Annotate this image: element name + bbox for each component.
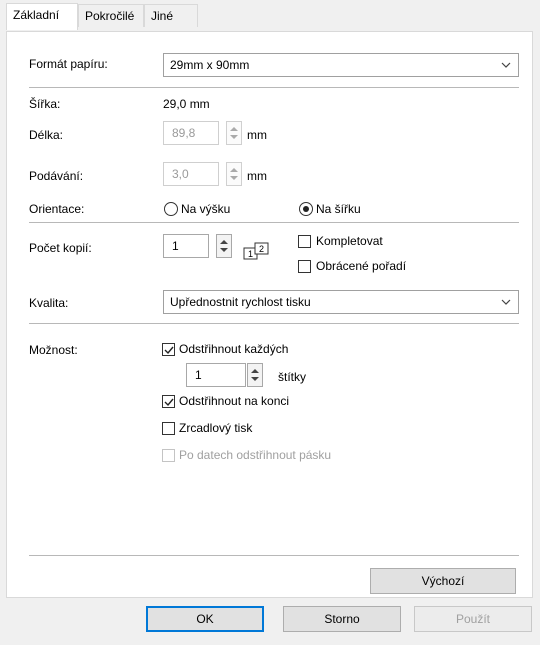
cut-after-data-checkbox[interactable] bbox=[162, 449, 175, 462]
settings-panel: Formát papíru: 29mm x 90mm Šířka: 29,0 m… bbox=[6, 31, 533, 598]
length-spinner[interactable] bbox=[226, 121, 242, 145]
divider bbox=[29, 222, 519, 223]
cut-after-data-label: Po datech odstřihnout pásku bbox=[179, 448, 332, 462]
default-button[interactable]: Výchozí bbox=[370, 568, 516, 594]
divider bbox=[29, 555, 519, 556]
collate-pages-icon: 1 2 bbox=[243, 242, 269, 260]
spin-down-icon bbox=[251, 377, 259, 381]
orientation-label: Orientace: bbox=[29, 202, 85, 216]
cut-every-spinner[interactable] bbox=[247, 363, 263, 387]
chevron-down-icon bbox=[501, 62, 511, 68]
feed-unit: mm bbox=[247, 169, 267, 183]
cut-every-checkbox[interactable] bbox=[162, 343, 175, 356]
cut-every-label[interactable]: Odstřihnout každých bbox=[179, 342, 288, 356]
width-label: Šířka: bbox=[29, 97, 61, 111]
spin-down-icon bbox=[220, 248, 228, 252]
copies-spinner[interactable] bbox=[216, 234, 232, 258]
apply-button[interactable]: Použít bbox=[414, 606, 532, 632]
mirror-print-label[interactable]: Zrcadlový tisk bbox=[179, 421, 252, 435]
feed-label: Podávání: bbox=[29, 169, 84, 183]
reverse-order-checkbox[interactable] bbox=[298, 260, 311, 273]
cut-every-unit: štítky bbox=[278, 370, 307, 384]
radio-portrait[interactable] bbox=[164, 202, 178, 216]
ok-button[interactable]: OK bbox=[146, 606, 264, 632]
quality-select[interactable]: Upřednostnit rychlost tisku bbox=[163, 290, 519, 314]
paper-format-value: 29mm x 90mm bbox=[170, 58, 250, 72]
copies-input[interactable]: 1 bbox=[163, 234, 209, 258]
divider bbox=[29, 87, 519, 88]
radio-selected-dot bbox=[303, 206, 309, 212]
reverse-order-label[interactable]: Obrácené pořadí bbox=[316, 259, 406, 273]
collate-label[interactable]: Kompletovat bbox=[316, 234, 383, 248]
feed-input[interactable]: 3,0 bbox=[163, 162, 219, 186]
cut-at-end-checkbox[interactable] bbox=[162, 395, 175, 408]
cut-at-end-label[interactable]: Odstřihnout na konci bbox=[179, 394, 289, 408]
checkmark-icon bbox=[164, 398, 174, 407]
length-label: Délka: bbox=[29, 128, 64, 142]
tab-other[interactable]: Jiné bbox=[144, 4, 198, 27]
cancel-button[interactable]: Storno bbox=[283, 606, 401, 632]
length-unit: mm bbox=[247, 128, 267, 142]
divider bbox=[29, 323, 519, 324]
tab-basic[interactable]: Základní bbox=[6, 3, 78, 30]
portrait-label[interactable]: Na výšku bbox=[181, 202, 230, 216]
width-value: 29,0 mm bbox=[163, 97, 210, 111]
landscape-label[interactable]: Na šířku bbox=[316, 202, 361, 216]
tab-advanced[interactable]: Pokročilé bbox=[78, 4, 144, 27]
chevron-down-icon bbox=[501, 299, 511, 305]
paper-format-select[interactable]: 29mm x 90mm bbox=[163, 53, 519, 77]
copies-label: Počet kopií: bbox=[29, 241, 92, 255]
quality-label: Kvalita: bbox=[29, 296, 69, 310]
spin-up-icon bbox=[230, 127, 238, 131]
quality-value: Upřednostnit rychlost tisku bbox=[170, 295, 311, 309]
radio-landscape[interactable] bbox=[299, 202, 313, 216]
svg-text:1: 1 bbox=[248, 249, 253, 259]
cut-every-input[interactable]: 1 bbox=[186, 363, 246, 387]
spin-down-icon bbox=[230, 135, 238, 139]
spin-up-icon bbox=[220, 240, 228, 244]
checkmark-icon bbox=[164, 346, 174, 355]
spin-down-icon bbox=[230, 176, 238, 180]
paper-format-label: Formát papíru: bbox=[29, 57, 108, 71]
spin-up-icon bbox=[230, 168, 238, 172]
feed-spinner[interactable] bbox=[226, 162, 242, 186]
spin-up-icon bbox=[251, 369, 259, 373]
length-input[interactable]: 89,8 bbox=[163, 121, 219, 145]
options-label: Možnost: bbox=[29, 343, 78, 357]
collate-checkbox[interactable] bbox=[298, 235, 311, 248]
svg-text:2: 2 bbox=[259, 244, 264, 254]
mirror-print-checkbox[interactable] bbox=[162, 422, 175, 435]
